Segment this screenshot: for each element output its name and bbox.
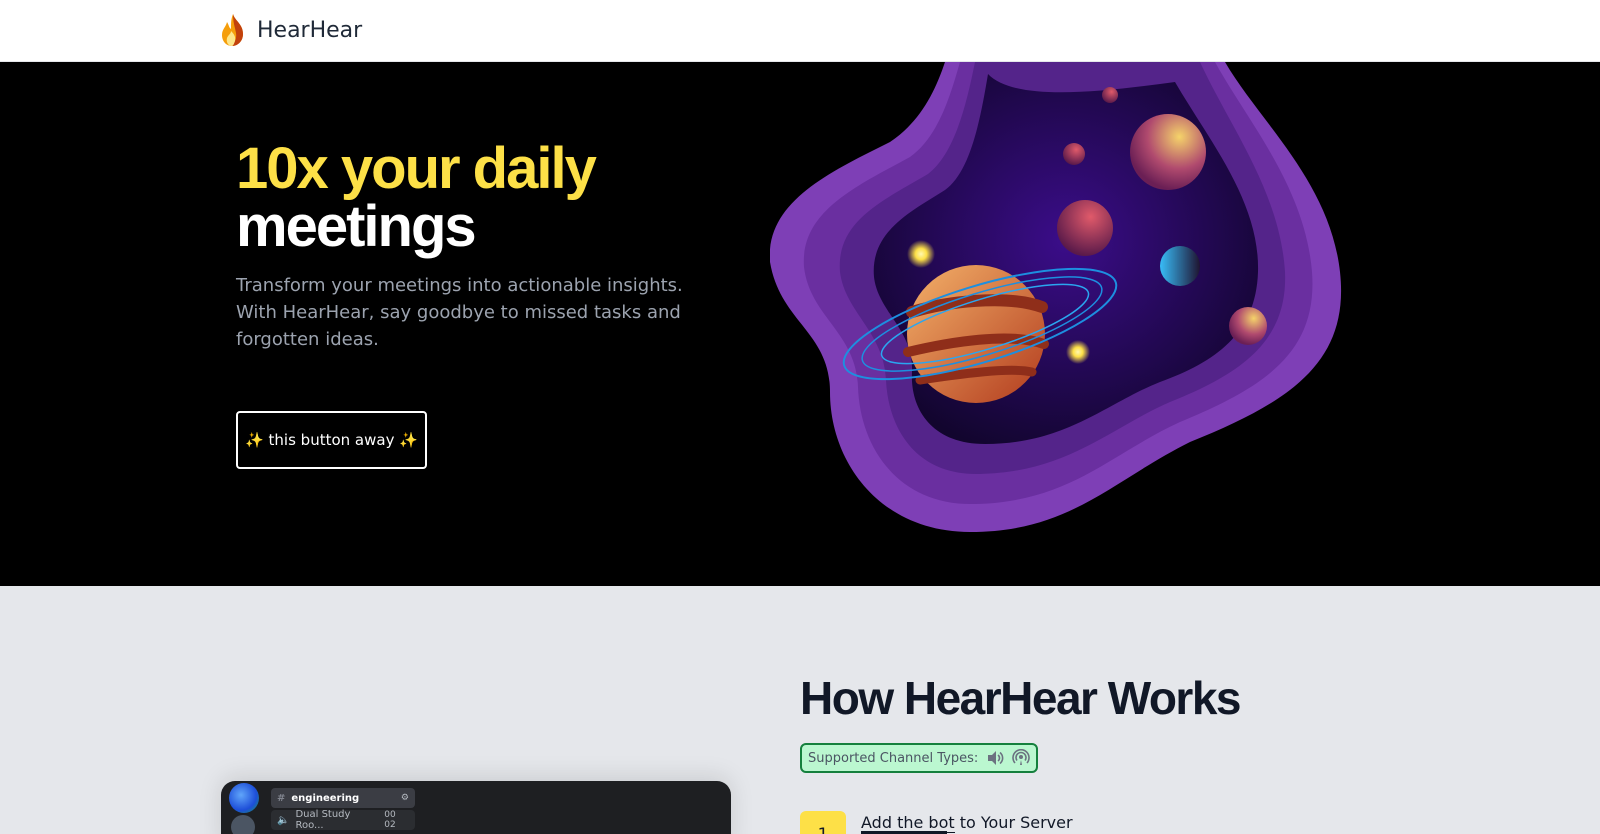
channel-name: engineering (291, 792, 360, 804)
planet-space-illustration (770, 62, 1342, 532)
settings-icon: ⚙ (400, 793, 409, 803)
step-1-rest: to Your Server (954, 813, 1073, 832)
app-screenshot: # engineering ⚙ 🔈 Dual Study Roo... 00 0… (221, 781, 731, 834)
how-it-works-section: # engineering ⚙ 🔈 Dual Study Roo... 00 0… (0, 586, 1600, 834)
flame-icon (222, 14, 243, 46)
hero-section: 10x your daily meetings Transform your m… (0, 62, 1600, 586)
hero-title: 10x your daily meetings (236, 140, 716, 256)
channel-name: Dual Study Roo... (295, 809, 351, 831)
podcast-icon (1012, 749, 1031, 765)
brand-home-link[interactable]: HearHear (219, 13, 362, 47)
cta-button[interactable]: ✨ this button away ✨ (236, 411, 427, 469)
section-title: How HearHear Works (800, 672, 1242, 724)
hero-title-highlight: 10x your daily (236, 136, 597, 201)
hero-subtitle: Transform your meetings into actionable … (236, 275, 683, 350)
hero-title-rest: meetings (236, 194, 477, 259)
server-avatar (229, 783, 259, 813)
speaker-icon (988, 751, 1004, 765)
step-number: 1 (800, 811, 846, 834)
channel-item-engineering: # engineering ⚙ (271, 788, 415, 808)
user-avatar (231, 815, 255, 834)
channel-types-badge: Supported Channel Types: (800, 743, 1039, 773)
hash-icon: # (277, 792, 286, 804)
channel-types-label: Supported Channel Types: (808, 750, 979, 766)
channel-meta: 00 02 (384, 810, 396, 830)
brand-name: HearHear (257, 17, 363, 43)
channel-item-voice: 🔈 Dual Study Roo... 00 02 (271, 809, 415, 831)
step-1-text: Add the bot to Your Server (861, 813, 1073, 833)
add-bot-link[interactable]: Add the bot (861, 813, 955, 833)
speaker-icon: 🔈 (277, 814, 290, 826)
site-header: HearHear (0, 0, 1600, 62)
